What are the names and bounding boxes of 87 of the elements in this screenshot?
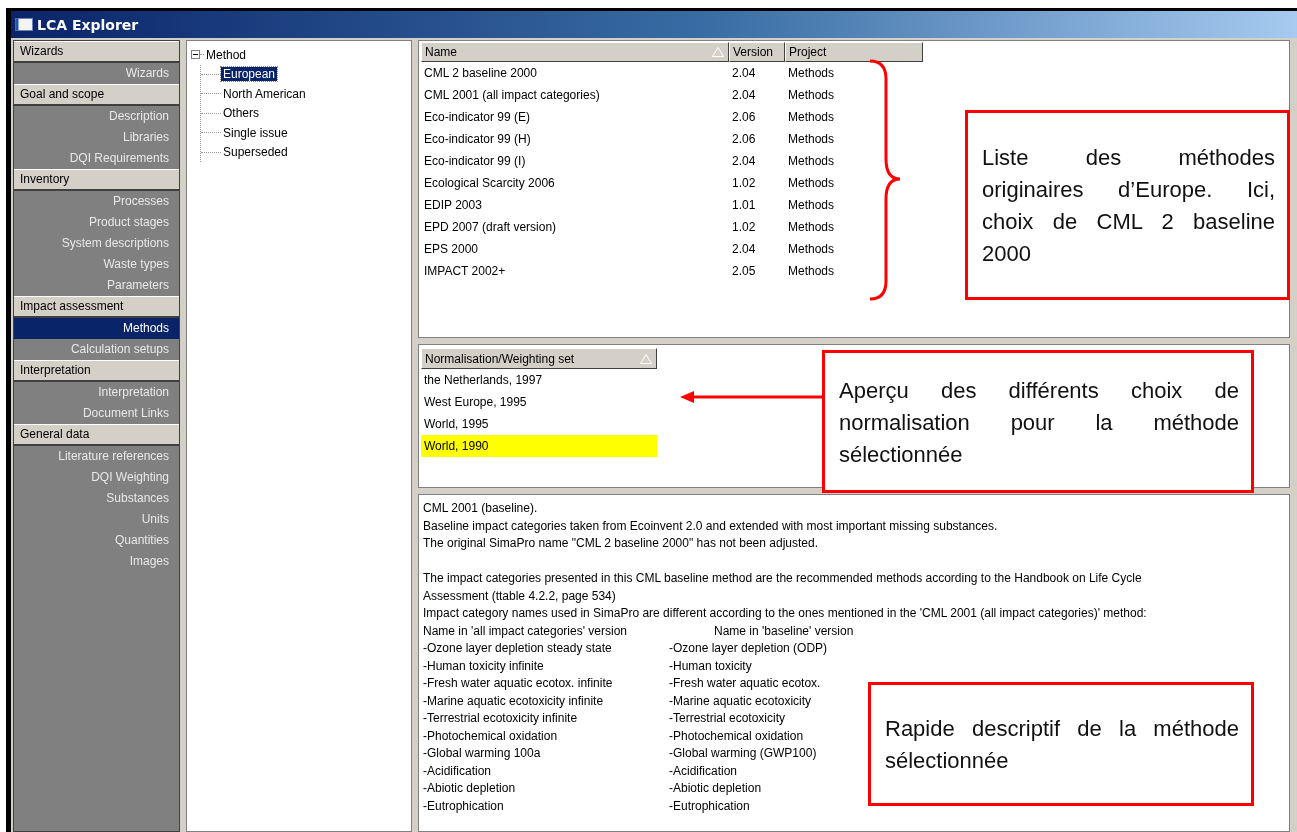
description-line: Impact category names used in SimaPro are different according to the ones mentioned in the 'CML 2001 (all impact categories)' method: [423,605,1148,622]
description-line: -Eutrophication [423,797,504,815]
sort-arrow-icon [640,353,652,364]
column-header[interactable]: Project [785,42,923,62]
description-line: -Abiotic depletion [669,780,762,797]
tree-toggle-icon[interactable] [191,50,200,60]
table-cell-text: Methods [787,242,836,256]
description-line: -Global warming 100a [423,745,541,762]
description-line: -Photochemical oxidation [423,727,558,745]
description-line: -Acidification [423,762,492,780]
table-cell-text: Methods [787,264,836,278]
table-cell-text: Eco-indicator 99 (I) [423,154,527,168]
list-item[interactable]: West Europe, 1995 [421,391,657,413]
window-icon [15,18,33,31]
sidebar-section-header[interactable]: Impact assessment [14,296,179,318]
sidebar-section-header[interactable]: Inventory [14,169,179,191]
table-cell-text: Methods [787,154,836,168]
table-cell-text: Methods [787,66,836,80]
description-line: CML 2001 (baseline). [423,500,539,517]
table-cell-text: CML 2 baseline 2000 [423,66,538,80]
description-line: -Human toxicity [669,657,752,675]
description-line: -Terrestrial ecotoxicity [669,710,786,727]
description-line: -Marine aquatic ecotoxicity [669,692,812,710]
description-line: -Ozone layer depletion steady state [423,640,612,657]
table-cell-text: 2.05 [731,264,757,278]
sidebar-section-header[interactable]: Interpretation [14,360,179,382]
table-cell-text: Methods [787,176,836,190]
table-cell-text: 2.04 [731,66,757,80]
description-line: -Global warming (GWP100) [669,745,817,762]
table-cell-text: 2.06 [731,132,757,146]
table-cell-text: 1.01 [731,198,757,212]
table-cell-text: 1.02 [731,220,757,234]
sidebar-item[interactable]: Methods [14,318,179,339]
table-cell-text: EDIP 2003 [423,198,483,212]
sidebar-section-header[interactable]: Goal and scope [14,84,179,106]
list-item[interactable]: the Netherlands, 1997 [421,369,657,391]
table-cell-text: Methods [787,220,836,234]
description-line: -Fresh water aquatic ecotox. infinite [423,675,613,692]
tree-item[interactable]: European [221,67,278,82]
table-cell-text: Methods [787,132,836,146]
description-line: -Marine aquatic ecotoxicity infinite [423,692,604,710]
list-item[interactable]: World, 1990 [421,435,657,457]
table-cell-text: CML 2001 (all impact categories) [423,88,601,102]
description-line: -Ozone layer depletion (ODP) [669,640,828,657]
description-line: -Terrestrial ecotoxicity infinite [423,710,578,727]
description-line: The impact categories presented in this CML baseline method are the recommended methods according to the Handbook on Life Cycle [423,570,1143,587]
description-line: Name in 'baseline' version [713,622,854,640]
table-cell-text: 2.04 [731,242,757,256]
window-title: LCA Explorer [37,16,139,33]
sidebar-section-header[interactable]: General data [14,424,179,446]
table-cell-text: Eco-indicator 99 (E) [423,110,532,124]
table-cell-text: 1.02 [731,176,757,190]
callout-note: Aperçu des différents choix de normalisation pour la méthode sélectionnée [822,350,1254,493]
sidebar-section-header[interactable]: Wizards [14,41,179,63]
column-header[interactable]: Normalisation/Weighting set [421,348,657,369]
description-line: -Abiotic depletion [423,780,516,797]
tree-item[interactable]: Method [204,47,249,62]
table-cell-text: 2.04 [731,154,757,168]
column-header[interactable]: Name [421,42,729,62]
description-line: The original SimaPro name "CML 2 baseline 2000" has not been adjusted. [423,535,819,552]
table-cell-text: Methods [787,110,836,124]
table-cell-text: 2.06 [731,110,757,124]
description-line: -Acidification [669,762,738,780]
table-cell-text: EPS 2000 [423,242,480,256]
table-cell-text: Methods [787,198,836,212]
tree-item[interactable]: Single issue [221,125,290,140]
description-line: Name in 'all impact categories' version [423,622,627,640]
description-line: -Photochemical oxidation [669,727,804,745]
table-cell-text: IMPACT 2002+ [423,264,507,278]
description-line: Assessment (ttable 4.2.2, page 534) [423,587,617,605]
description-line: -Eutrophication [669,797,750,815]
description-line: Baseline impact categories taken from Ecoinvent 2.0 and extended with most important missing substances. [423,517,999,535]
sort-arrow-icon [712,47,724,57]
tree-item[interactable]: Superseded [221,145,290,160]
tree-item[interactable]: Others [221,106,261,121]
list-item[interactable]: World, 1995 [421,413,657,435]
table-cell-text: Ecological Scarcity 2006 [423,176,556,190]
table-cell-text: Methods [787,88,836,102]
callout-note: Liste des méthodes originaires d’Europe. Ici, choix de CML 2 baseline 2000 [965,110,1290,300]
table-cell-text: Eco-indicator 99 (H) [423,132,532,146]
callout-note: Rapide descriptif de la méthode sélectionnée [868,682,1254,806]
tree-item[interactable]: North American [221,86,308,101]
table-cell-text: 2.04 [731,88,757,102]
table-cell-text: EPD 2007 (draft version) [423,220,558,234]
description-line: -Fresh water aquatic ecotox. [669,675,821,692]
description-line: -Human toxicity infinite [423,657,544,675]
column-header[interactable]: Version [729,42,785,62]
